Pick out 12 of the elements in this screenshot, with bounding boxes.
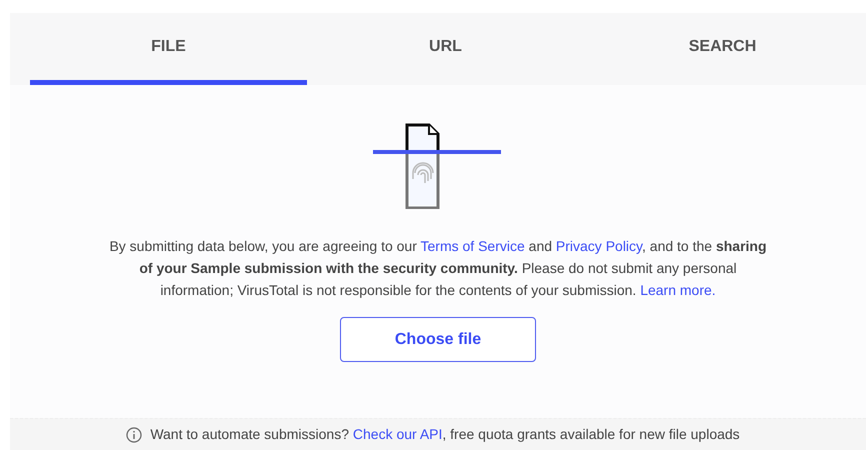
tab[interactable]: URL <box>307 13 584 85</box>
file-fingerprint-icon <box>373 123 503 209</box>
link[interactable]: Terms of Service <box>420 238 525 254</box>
api-notice: Want to automate submissions? Check our API, free quota grants available for new file uploads <box>150 425 740 444</box>
info-icon <box>126 426 142 442</box>
tab[interactable]: SEARCH <box>584 13 861 85</box>
link[interactable]: Privacy Policy <box>556 238 642 254</box>
tab[interactable]: FILE <box>30 13 307 85</box>
link[interactable]: Learn more. <box>640 282 716 298</box>
link[interactable]: Check our API <box>352 426 442 442</box>
choose-file-button[interactable]: Choose file <box>340 317 536 362</box>
submission-notice: By submitting data below, you are agreeing to our Terms of Service and Privacy Policy, and to the sharing of your Sample submission with the security community. Please do not submit any personal information; VirusTotal is not responsible for the contents of your submission. Learn more. <box>108 237 768 300</box>
